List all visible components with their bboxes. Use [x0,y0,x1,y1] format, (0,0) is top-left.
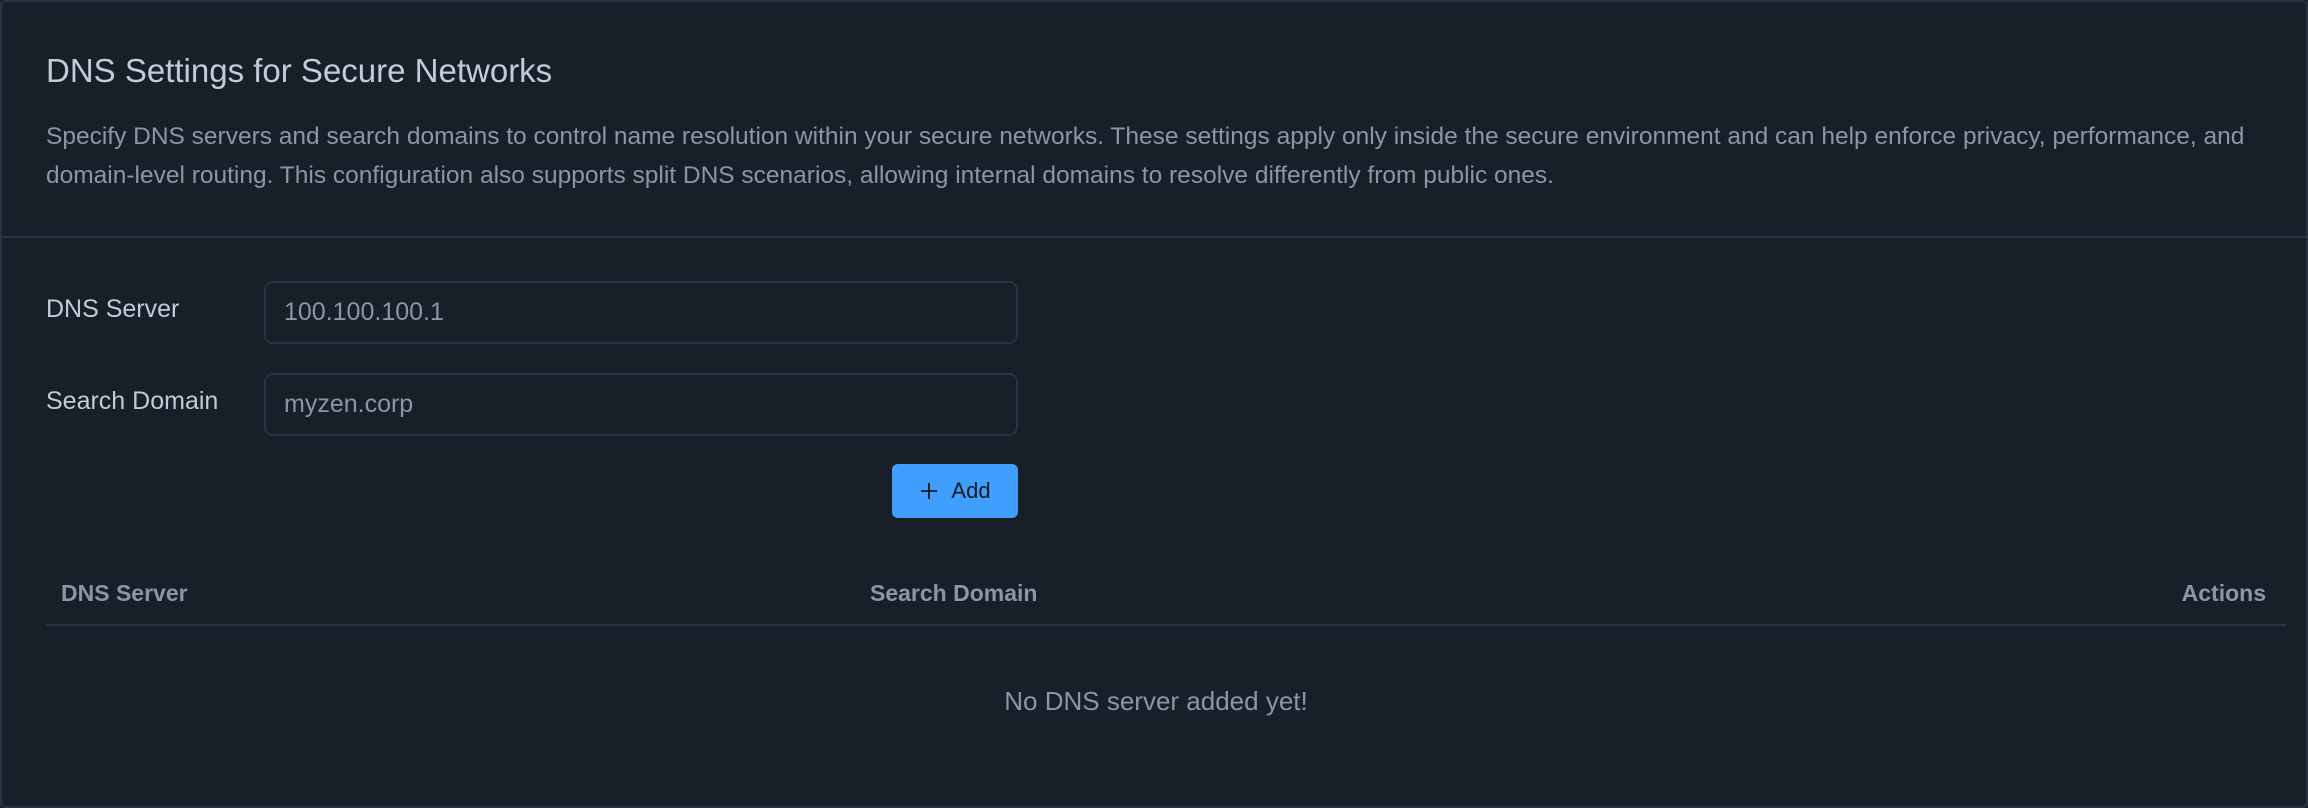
dns-server-input[interactable] [264,281,1018,344]
search-domain-label: Search Domain [46,387,219,415]
column-header-search-domain: Search Domain [870,580,1038,606]
page-title: DNS Settings for Secure Networks [46,52,553,89]
column-header-actions: Actions [2181,580,2266,606]
add-button-label: Add [951,478,991,503]
dns-settings-card: DNS Settings for Secure Networks Specify… [0,0,2308,808]
empty-state-text: No DNS server added yet! [1004,686,1308,716]
page-description: Specify DNS servers and search domains t… [46,123,2245,189]
divider [2,236,2306,238]
table-header-divider [46,624,2286,626]
add-button[interactable]: Add [892,464,1018,518]
column-header-dns-server: DNS Server [61,580,188,606]
search-domain-input[interactable] [264,373,1018,436]
plus-icon [921,483,938,499]
dns-server-label: DNS Server [46,295,180,323]
